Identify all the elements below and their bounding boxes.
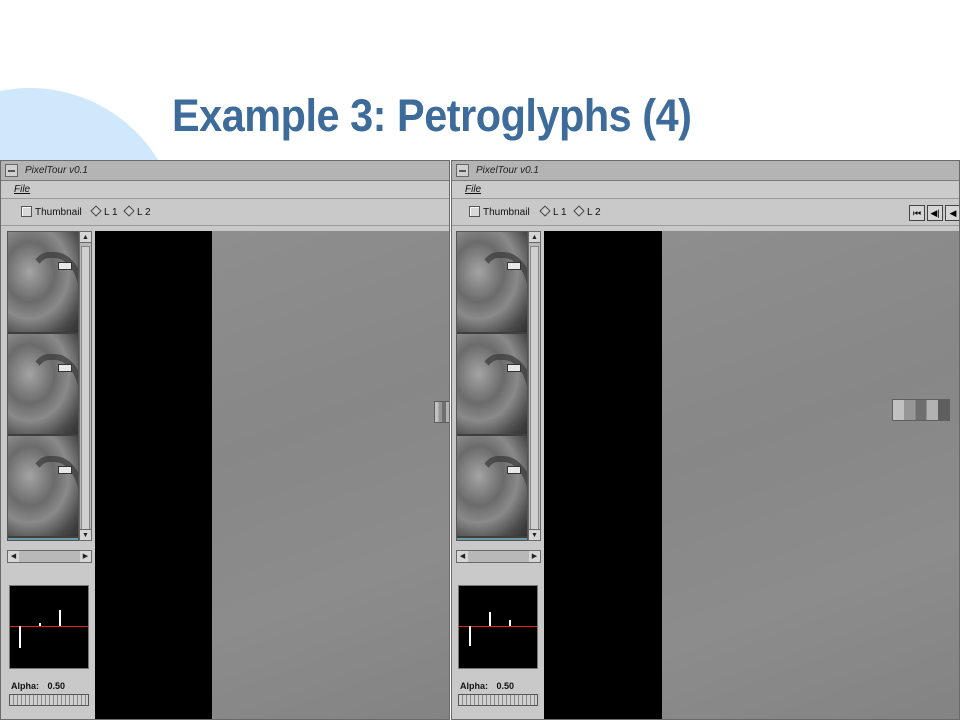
- thumbnail-selection: [8, 538, 78, 540]
- scroll-thumb[interactable]: [530, 246, 539, 536]
- layer2-label: L 2: [137, 207, 151, 218]
- thumbnail-checkbox[interactable]: [469, 206, 480, 217]
- thumbnail-image[interactable]: [457, 334, 527, 434]
- thumbnail-image[interactable]: [8, 334, 78, 434]
- image-viewer[interactable]: [544, 231, 959, 719]
- pixeltour-window-left: PixelTour v0.1 File Thumbnail L 1 L 2 ▲ …: [0, 160, 450, 720]
- thumbnail-vertical-scrollbar[interactable]: ▲ ▼: [528, 231, 541, 541]
- slide: Example 3: Petroglyphs (4) PixelTour v0.…: [0, 0, 960, 720]
- thumbnail-image[interactable]: [8, 436, 78, 536]
- layer1-label: L 1: [104, 207, 118, 218]
- histogram-baseline: [10, 626, 88, 627]
- thumbnail-strip[interactable]: [456, 231, 528, 541]
- calibration-chart: [892, 399, 950, 421]
- scroll-right-icon[interactable]: ▶: [80, 551, 91, 562]
- pixeltour-window-right: PixelTour v0.1 File Thumbnail L 1 L 2 ⏮ …: [451, 160, 960, 720]
- thumbnail-image[interactable]: [457, 232, 527, 332]
- layer1-radio[interactable]: [90, 205, 102, 217]
- scroll-left-icon[interactable]: ◀: [457, 551, 468, 562]
- thumbnail-selection: [457, 538, 527, 540]
- histogram-bar: [509, 620, 511, 626]
- step-back-icon[interactable]: ◀|: [927, 205, 943, 221]
- window-title: PixelTour v0.1: [25, 165, 88, 176]
- transport-controls: ⏮ ◀| ◀: [909, 205, 959, 221]
- menubar: File: [452, 182, 959, 199]
- alpha-value: 0.50: [496, 681, 515, 691]
- alpha-readout: Alpha: 0.50: [11, 681, 65, 691]
- scroll-down-icon[interactable]: ▼: [80, 529, 91, 540]
- scroll-down-icon[interactable]: ▼: [529, 529, 540, 540]
- histogram-bar: [39, 623, 41, 626]
- window-titlebar[interactable]: PixelTour v0.1: [452, 161, 959, 181]
- histogram: [9, 585, 89, 669]
- layer1-radio[interactable]: [539, 205, 551, 217]
- thumbnail-label: Thumbnail: [483, 207, 530, 218]
- layer2-label: L 2: [587, 207, 601, 218]
- thumbnail-vertical-scrollbar[interactable]: ▲ ▼: [79, 231, 92, 541]
- histogram-bar: [59, 610, 61, 626]
- alpha-slider[interactable]: [458, 694, 538, 706]
- alpha-readout: Alpha: 0.50: [460, 681, 514, 691]
- alpha-value: 0.50: [47, 681, 66, 691]
- alpha-label: Alpha:: [11, 681, 39, 691]
- scroll-thumb[interactable]: [81, 246, 90, 536]
- histogram-bar: [469, 626, 471, 646]
- window-menu-icon[interactable]: [5, 164, 18, 177]
- window-title: PixelTour v0.1: [476, 165, 539, 176]
- thumbnail-horizontal-scrollbar[interactable]: ◀ ▶: [7, 550, 92, 563]
- scroll-up-icon[interactable]: ▲: [529, 232, 540, 243]
- calibration-chart: [434, 401, 449, 423]
- histogram-bar: [19, 626, 21, 648]
- scroll-up-icon[interactable]: ▲: [80, 232, 91, 243]
- slide-title: Example 3: Petroglyphs (4): [172, 90, 692, 141]
- play-reverse-icon[interactable]: ◀: [945, 205, 959, 221]
- window-titlebar[interactable]: PixelTour v0.1: [1, 161, 449, 181]
- layer2-radio[interactable]: [123, 205, 135, 217]
- histogram-bar: [489, 612, 491, 626]
- thumbnail-checkbox[interactable]: [21, 206, 32, 217]
- petroglyph-image[interactable]: [212, 231, 449, 719]
- menubar: File: [1, 182, 449, 199]
- histogram: [458, 585, 538, 669]
- layer1-label: L 1: [553, 207, 567, 218]
- window-menu-icon[interactable]: [456, 164, 469, 177]
- alpha-slider[interactable]: [9, 694, 89, 706]
- layer2-radio[interactable]: [573, 205, 585, 217]
- image-viewer[interactable]: [95, 231, 449, 719]
- thumbnail-label: Thumbnail: [35, 207, 82, 218]
- scroll-right-icon[interactable]: ▶: [529, 551, 540, 562]
- menu-file[interactable]: File: [14, 184, 30, 195]
- thumbnail-image[interactable]: [457, 436, 527, 536]
- options-bar: Thumbnail L 1 L 2 ⏮ ◀| ◀: [452, 200, 959, 226]
- petroglyph-image[interactable]: [662, 231, 959, 719]
- menu-file[interactable]: File: [465, 184, 481, 195]
- thumbnail-strip[interactable]: [7, 231, 79, 541]
- options-bar: Thumbnail L 1 L 2: [1, 200, 449, 226]
- alpha-label: Alpha:: [460, 681, 488, 691]
- thumbnail-image[interactable]: [8, 232, 78, 332]
- skip-to-start-icon[interactable]: ⏮: [909, 205, 925, 221]
- scroll-left-icon[interactable]: ◀: [8, 551, 19, 562]
- thumbnail-horizontal-scrollbar[interactable]: ◀ ▶: [456, 550, 541, 563]
